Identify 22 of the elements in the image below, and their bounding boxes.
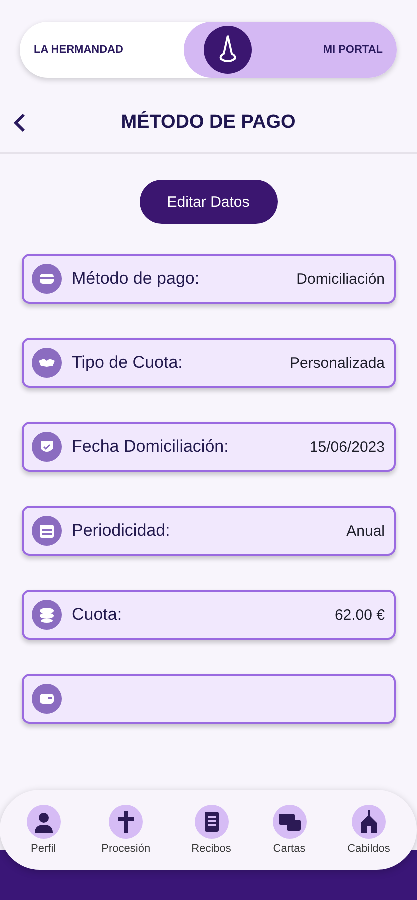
coins-icon bbox=[32, 600, 62, 630]
toggle-option[interactable]: MI PORTAL bbox=[323, 44, 383, 56]
field-value: Personalizada bbox=[290, 354, 385, 372]
badge-icon bbox=[32, 432, 62, 462]
nav-item[interactable]: Procesión bbox=[102, 805, 151, 855]
field-value: Domiciliación bbox=[296, 270, 385, 288]
card-icon bbox=[32, 684, 62, 714]
field-label: Método de pago: bbox=[72, 269, 201, 289]
field-label: Periodicidad: bbox=[72, 521, 172, 541]
field-label: Cuota: bbox=[72, 605, 124, 625]
toggle-option[interactable]: LA HERMANDAD bbox=[34, 44, 124, 56]
field-label: Tipo de Cuota: bbox=[72, 353, 184, 373]
calendar-icon bbox=[32, 516, 62, 546]
card-icon bbox=[32, 264, 62, 294]
field-value: 62.00 € bbox=[334, 606, 385, 624]
back-icon[interactable] bbox=[12, 111, 28, 135]
field-value: 15/06/2023 bbox=[310, 438, 385, 456]
field-label: Fecha Domiciliación: bbox=[72, 437, 230, 457]
edit-button[interactable]: Editar Datos bbox=[140, 180, 278, 224]
candle-knob-icon[interactable] bbox=[204, 26, 252, 74]
field-value: Anual bbox=[346, 522, 385, 540]
page-title: MÉTODO DE PAGO bbox=[120, 112, 297, 134]
